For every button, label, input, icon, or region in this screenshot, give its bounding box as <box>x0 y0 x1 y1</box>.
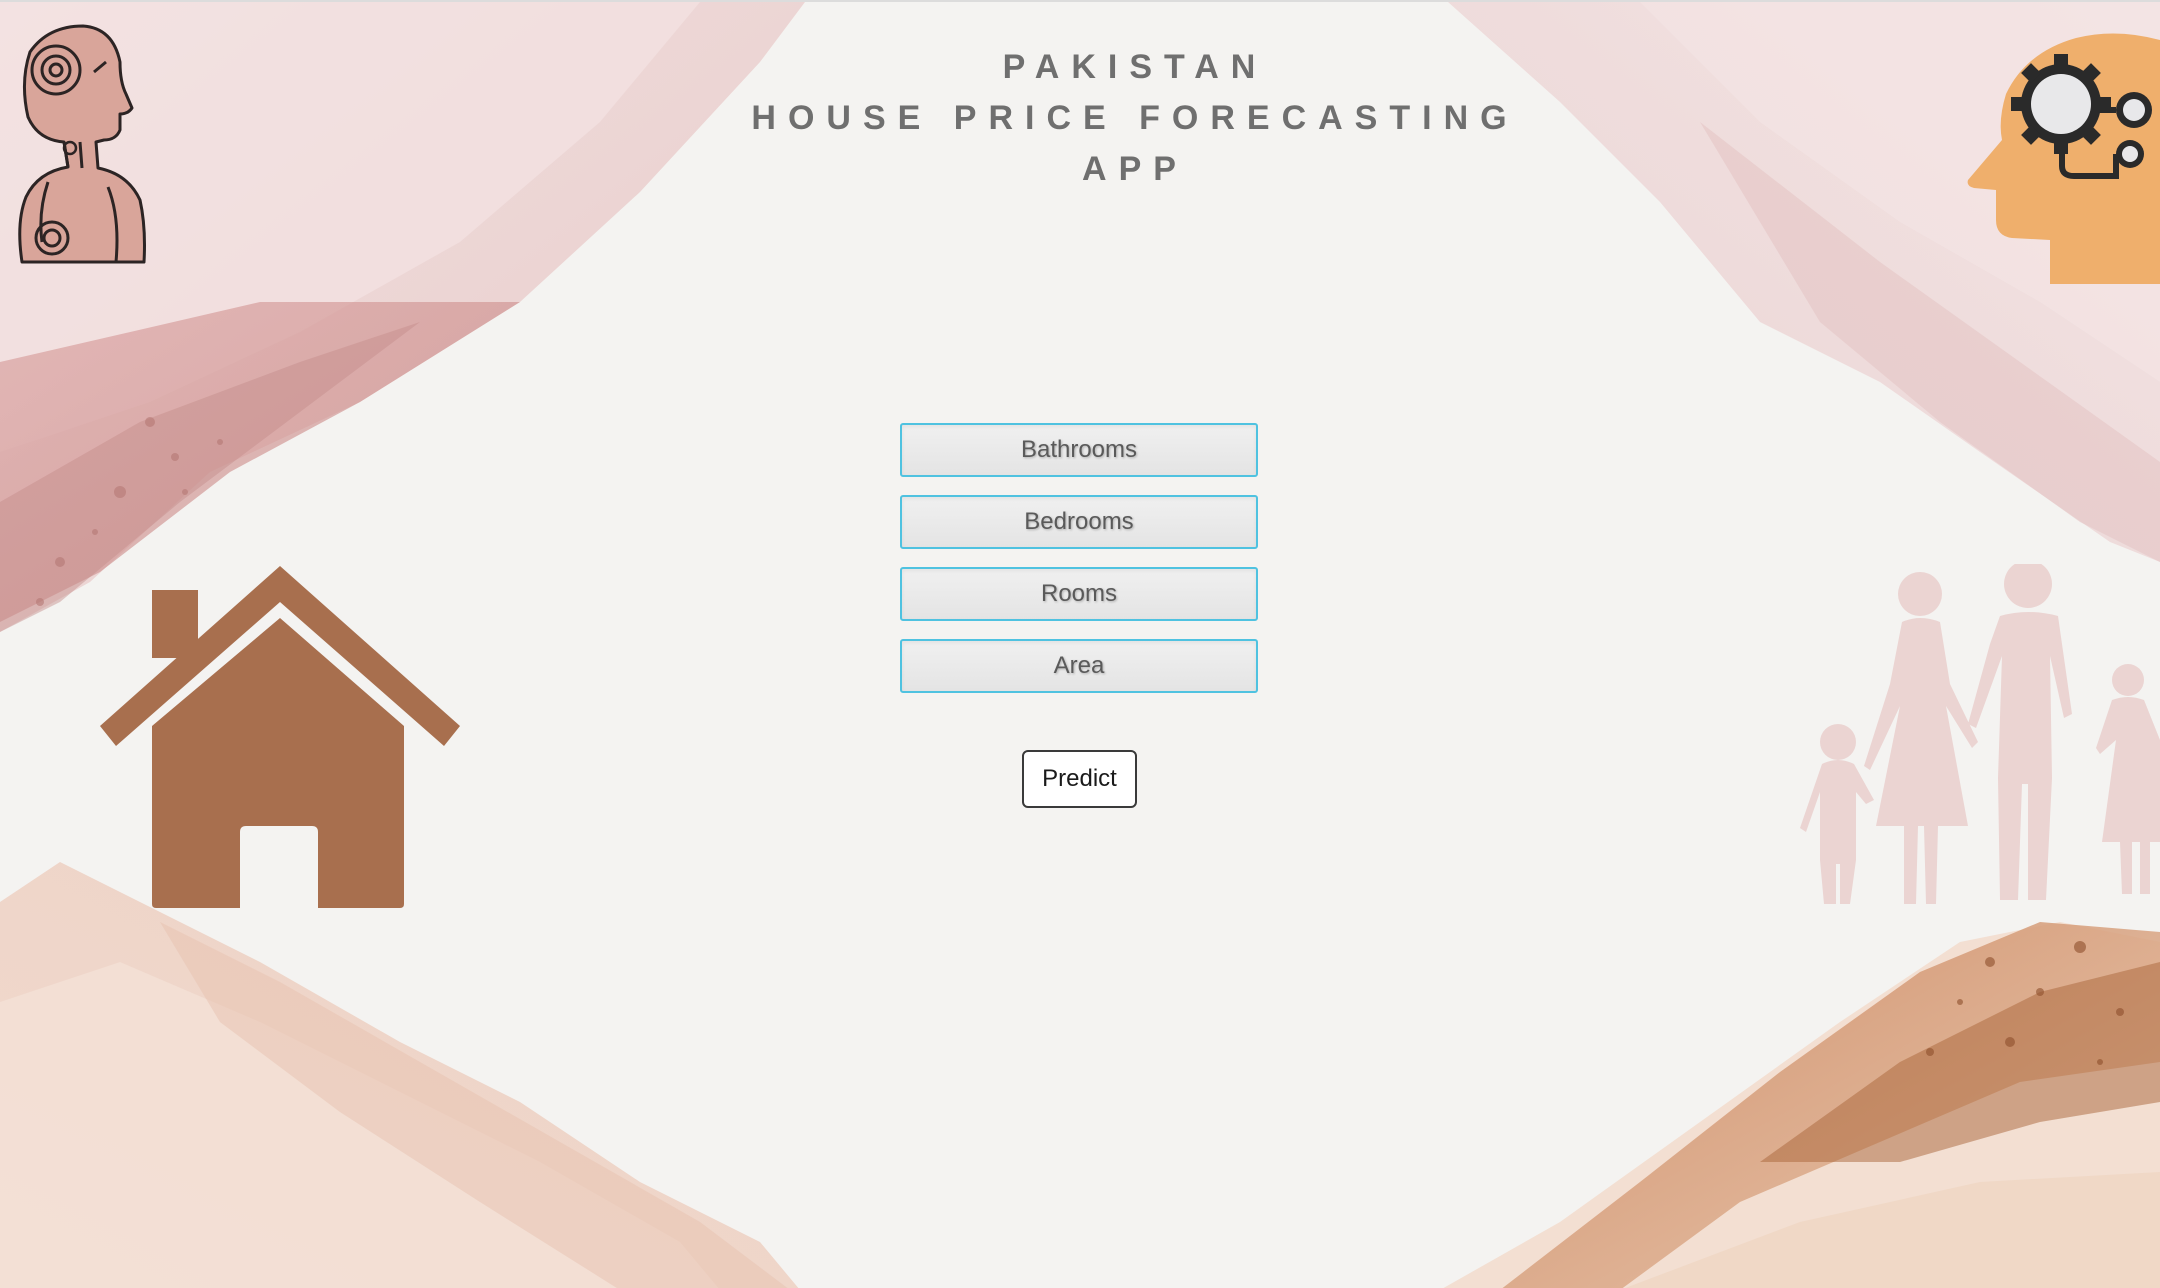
title-line-country: PAKISTAN <box>1002 48 1268 86</box>
bathrooms-input[interactable] <box>900 423 1258 477</box>
title-line-main: HOUSE PRICE FORECASTING <box>751 99 1519 137</box>
bedrooms-input[interactable] <box>900 495 1258 549</box>
bottom-right-watercolor <box>1443 922 2160 1288</box>
title-line-app: APP <box>1082 150 1188 188</box>
rooms-input[interactable] <box>900 567 1258 621</box>
predict-button[interactable]: Predict <box>1022 750 1137 808</box>
area-input[interactable] <box>900 639 1258 693</box>
page-title: PAKISTAN HOUSE PRICE FORECASTING APP <box>0 42 2160 195</box>
family-icon <box>1800 564 2160 904</box>
app-page: PAKISTAN HOUSE PRICE FORECASTING APP Pre… <box>0 0 2160 1288</box>
bottom-left-watercolor <box>0 862 799 1288</box>
house-icon <box>100 566 460 908</box>
